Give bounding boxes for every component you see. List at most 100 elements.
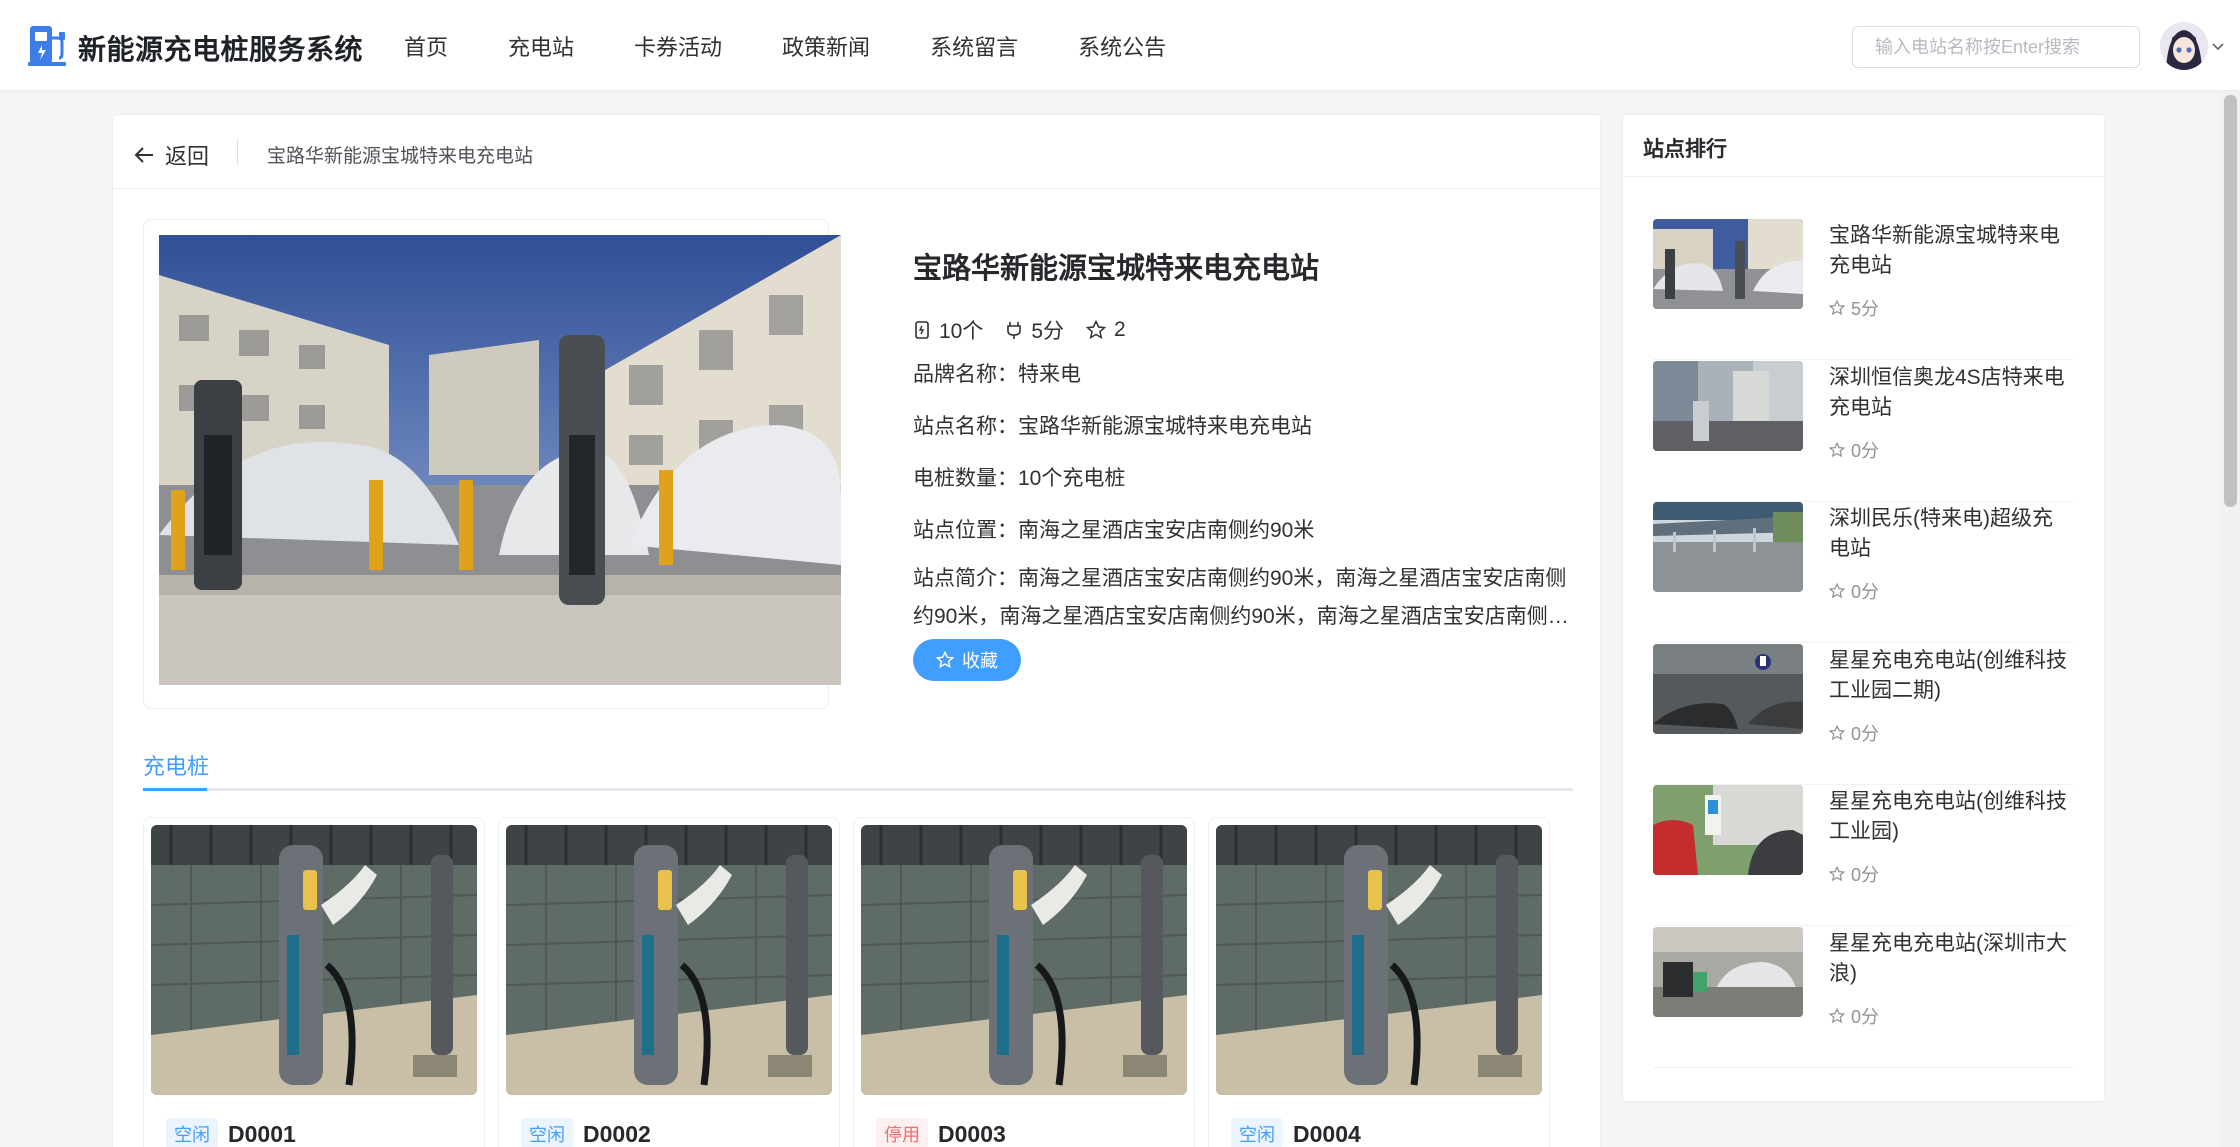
page-scrollbar[interactable]: [2221, 91, 2240, 1147]
arrow-left-icon: [134, 147, 153, 163]
plug-icon: [1007, 322, 1022, 339]
main-nav: 首页 充电站 卡券活动 政策新闻 系统留言 系统公告: [404, 30, 1226, 62]
ranking-station-name: 星星充电充电站(创维科技工业园二期): [1829, 648, 2067, 702]
star-icon: [1829, 441, 1845, 457]
ranking-score: 0分: [1829, 578, 1879, 604]
ranking-score-value: 0分: [1851, 865, 1880, 885]
ranking-thumbnail: [1653, 785, 1803, 875]
pile-card[interactable]: 空闲 D0001: [143, 817, 485, 1147]
ranking-thumbnail: [1653, 360, 1803, 451]
nav-home[interactable]: 首页: [404, 30, 448, 62]
pile-label: 空闲 D0002: [521, 1118, 651, 1147]
ranking-score-value: 5分: [1851, 299, 1880, 319]
ranking-station-name: 深圳民乐(特来电)超级充电站: [1829, 507, 2053, 560]
status-badge: 空闲: [1231, 1118, 1283, 1147]
station-cover-photo: [159, 235, 841, 685]
pile-card[interactable]: 空闲 D0002: [498, 817, 840, 1147]
ranking-thumbnail: [1653, 643, 1803, 734]
user-avatar-image: [2160, 22, 2208, 70]
ranking-score: 0分: [1829, 861, 1879, 887]
location-row: 站点位置：南海之星酒店宝安店南侧约90米: [913, 519, 1315, 542]
ranking-item[interactable]: 深圳恒信奥龙4S店特来电充电站 0分: [1653, 360, 2073, 502]
ranking-thumbnail: [1653, 502, 1803, 592]
pile-photo: [1216, 825, 1542, 1095]
pile-count-row: 电桩数量：10个充电桩: [913, 467, 1126, 490]
ranking-item[interactable]: 星星充电充电站(创维科技工业园) 0分: [1653, 785, 2073, 926]
app-brand-title: 新能源充电桩服务系统: [78, 34, 364, 65]
pile-card[interactable]: 停用 D0003: [853, 817, 1195, 1147]
station-name-row: 站点名称：宝路华新能源宝城特来电充电站: [913, 415, 1312, 438]
pile-photo: [506, 825, 832, 1095]
top-header: 新能源充电桩服务系统 首页 充电站 卡券活动 政策新闻 系统留言 系统公告: [0, 0, 2240, 91]
ranking-item[interactable]: 星星充电充电站(深圳市大浪) 0分: [1653, 926, 2073, 1068]
favorite-button-label: 收藏: [962, 651, 998, 671]
nav-policy-news[interactable]: 政策新闻: [782, 30, 870, 62]
station-stats: 10个 5分 2: [913, 315, 1573, 345]
pile-photo: [861, 825, 1187, 1095]
station-name: 宝路华新能源宝城特来电充电站: [913, 253, 1320, 285]
pile-label: 停用 D0003: [876, 1118, 1006, 1147]
ranking-item[interactable]: 深圳民乐(特来电)超级充电站 0分: [1653, 502, 2073, 643]
ranking-score: 0分: [1829, 720, 1879, 746]
station-info: 宝路华新能源宝城特来电充电站 10个 5分 2 品牌名称：特来电 站点名称：宝路…: [913, 233, 1573, 636]
ranking-station-name: 宝路华新能源宝城特来电充电站: [1829, 224, 2060, 277]
score-stat: 5分: [1005, 315, 1064, 345]
ranking-score-value: 0分: [1851, 723, 1880, 744]
ranking-score: 0分: [1829, 437, 1879, 463]
scrollbar-thumb[interactable]: [2224, 95, 2237, 507]
active-tab-indicator: [143, 788, 207, 791]
favorite-button[interactable]: 收藏: [913, 639, 1021, 681]
pile-label: 空闲 D0004: [1231, 1118, 1361, 1147]
nav-announcements[interactable]: 系统公告: [1078, 30, 1166, 62]
intro-row: 站点简介：南海之星酒店宝安店南侧约90米，南海之星酒店宝安店南侧约90米，南海之…: [913, 567, 1569, 628]
breadcrumb-divider: [237, 139, 238, 165]
status-badge: 空闲: [166, 1118, 218, 1147]
charging-station-logo-icon[interactable]: [28, 24, 68, 66]
breadcrumb: 返回 宝路华新能源宝城特来电充电站: [113, 115, 1600, 189]
star-icon: [1829, 866, 1845, 882]
station-search-input[interactable]: [1852, 26, 2140, 68]
star-icon: [1829, 724, 1845, 740]
pile-code: D0001: [228, 1120, 296, 1147]
back-button[interactable]: 返回: [133, 139, 209, 171]
pile-label: 空闲 D0001: [166, 1118, 296, 1147]
star-icon: [1829, 583, 1845, 599]
nav-stations[interactable]: 充电站: [508, 30, 574, 62]
pile-photo: [151, 825, 477, 1095]
ranking-station-name: 星星充电充电站(创维科技工业园): [1829, 790, 2067, 843]
station-ranking-panel: 站点排行 宝路华新能源宝城特来电充电站 5分 深圳恒信奥龙4S店特来电充电站 0…: [1622, 114, 2105, 1102]
ranking-station-name: 星星充电充电站(深圳市大浪): [1829, 931, 2067, 985]
favorites-stat: 2: [1086, 318, 1126, 342]
ranking-thumbnail: [1653, 219, 1803, 309]
nav-coupons[interactable]: 卡券活动: [634, 30, 722, 62]
user-avatar[interactable]: [2160, 22, 2208, 70]
station-cover-card: [143, 219, 841, 709]
back-label: 返回: [165, 144, 210, 169]
pile-card[interactable]: 空闲 D0004: [1208, 817, 1550, 1147]
ranking-score-value: 0分: [1851, 582, 1880, 602]
star-icon: [1829, 1007, 1845, 1023]
ranking-title: 站点排行: [1623, 115, 2104, 177]
detail-tabs: 充电桩: [143, 749, 1573, 791]
nav-messages[interactable]: 系统留言: [930, 30, 1018, 62]
tab-charging-piles[interactable]: 充电桩: [143, 749, 209, 781]
pile-count-value: 10个: [939, 320, 984, 343]
ranking-score-value: 0分: [1851, 440, 1880, 461]
pile-code: D0003: [938, 1120, 1006, 1147]
charging-pile-icon: [915, 321, 929, 339]
pile-code: D0002: [583, 1120, 651, 1147]
ranking-item[interactable]: 宝路华新能源宝城特来电充电站 5分: [1653, 219, 2073, 360]
station-detail-panel: 返回 宝路华新能源宝城特来电充电站 宝路华新能源宝城特来电充电站 10个 5分 …: [112, 114, 1601, 1147]
star-icon: [1829, 300, 1845, 316]
favorites-value: 2: [1114, 318, 1126, 341]
pile-count-stat: 10个: [913, 315, 983, 345]
ranking-station-name: 深圳恒信奥龙4S店特来电充电站: [1829, 365, 2065, 419]
ranking-item[interactable]: 星星充电充电站(创维科技工业园二期) 0分: [1653, 643, 2073, 785]
ranking-thumbnail: [1653, 926, 1803, 1017]
breadcrumb-title: 宝路华新能源宝城特来电充电站: [267, 146, 534, 167]
brand-row: 品牌名称：特来电: [913, 363, 1081, 386]
chevron-down-icon[interactable]: [2212, 38, 2224, 54]
star-outline-icon: [936, 651, 954, 669]
ranking-score: 0分: [1829, 1003, 1879, 1029]
ranking-score-value: 0分: [1851, 1006, 1880, 1027]
